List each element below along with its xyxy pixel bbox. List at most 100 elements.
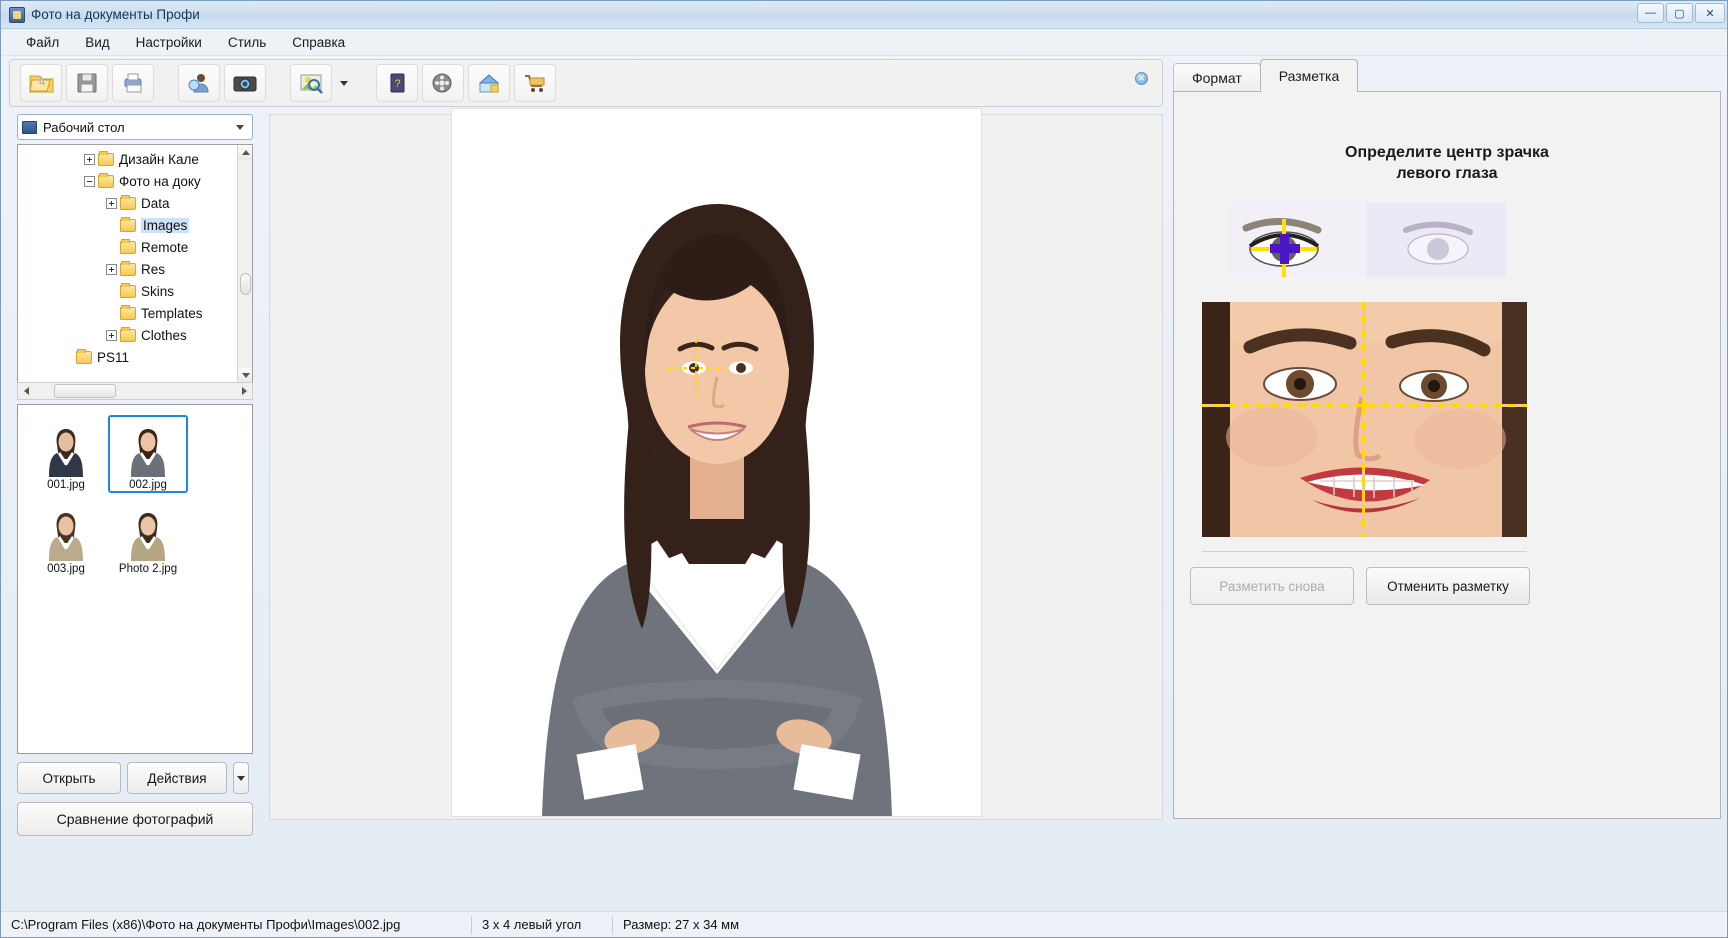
cancel-markup-button[interactable]: Отменить разметку (1366, 567, 1530, 605)
toolbar: ? (9, 59, 1163, 107)
tree-item-label: Templates (141, 306, 203, 321)
thumbnail-image (44, 507, 88, 561)
actions-button[interactable]: Действия (127, 762, 227, 794)
menu-item-file[interactable]: Файл (15, 32, 70, 53)
actions-dropdown-arrow[interactable] (233, 762, 249, 794)
panel-heading: Определите центр зрачка левого глаза (1174, 142, 1720, 184)
collapse-icon[interactable] (84, 176, 95, 187)
tree-item[interactable]: Images (18, 214, 252, 236)
right-panel: Формат Разметка Определите центр зрачка … (1173, 59, 1721, 819)
thumbnail-item[interactable]: Photo 2.jpg (108, 499, 188, 577)
camera-icon[interactable] (224, 64, 266, 102)
compare-photos-button[interactable]: Сравнение фотографий (17, 802, 253, 836)
tree-item-label: Дизайн Кале (119, 152, 199, 167)
home-upload-icon[interactable] (468, 64, 510, 102)
chevron-down-icon[interactable] (236, 125, 244, 130)
minimize-button[interactable]: — (1637, 3, 1664, 23)
tree-item[interactable]: PS11 (18, 346, 252, 368)
window-title: Фото на документы Профи (31, 7, 200, 22)
tree-item-label: Images (141, 218, 189, 233)
folder-tree[interactable]: Дизайн Кале Фото на доку Data Images Remote R… (17, 144, 253, 384)
folder-icon (120, 197, 136, 210)
portrait-illustration (452, 109, 981, 816)
image-zoom-icon[interactable] (290, 64, 332, 102)
person-search-icon[interactable] (178, 64, 220, 102)
status-size: Размер: 27 x 34 мм (613, 912, 749, 938)
menu-item-style[interactable]: Стиль (217, 32, 277, 53)
tree-spacer-icon (106, 286, 117, 297)
crosshair-vertical (695, 339, 697, 397)
eye-guide-illustration (1226, 202, 1506, 277)
h-scroll-thumb[interactable] (54, 384, 116, 398)
tree-item-label: Data (141, 196, 170, 211)
menu-item-view[interactable]: Вид (74, 32, 120, 53)
tree-item-label: Res (141, 262, 165, 277)
status-format: 3 x 4 левый угол (472, 912, 612, 938)
scroll-thumb[interactable] (240, 273, 251, 295)
maximize-button[interactable]: ▢ (1666, 3, 1693, 23)
face-zoom-image (1202, 302, 1527, 537)
tree-item-label: Фото на доку (119, 174, 201, 189)
folder-icon (98, 153, 114, 166)
folder-icon (76, 351, 92, 364)
expand-icon[interactable] (106, 198, 117, 209)
scroll-right-arrow[interactable] (236, 383, 252, 399)
scroll-down-arrow[interactable] (238, 368, 253, 383)
expand-icon[interactable] (106, 330, 117, 341)
scroll-left-arrow[interactable] (18, 383, 34, 399)
folder-select-value: Рабочий стол (43, 120, 236, 135)
tree-item[interactable]: Фото на доку (18, 170, 252, 192)
menu-bar: Файл Вид Настройки Стиль Справка (1, 30, 1728, 56)
main-photo[interactable] (452, 109, 981, 816)
tree-item[interactable]: Дизайн Кале (18, 148, 252, 170)
thumbnail-item[interactable]: 002.jpg (108, 415, 188, 493)
status-bar: C:\Program Files (x86)\Фото на документы… (1, 911, 1728, 937)
tree-item-label: PS11 (97, 350, 129, 365)
folder-icon (120, 307, 136, 320)
thumbnail-label: Photo 2.jpg (119, 563, 177, 575)
desktop-icon (22, 121, 37, 134)
close-icon[interactable]: ✕ (1135, 72, 1148, 85)
thumbnail-image (44, 423, 88, 477)
menu-item-settings[interactable]: Настройки (125, 32, 213, 53)
right-panel-tabs: Формат Разметка (1173, 59, 1357, 92)
thumbnail-item[interactable]: 003.jpg (26, 499, 106, 577)
tree-item-label: Skins (141, 284, 174, 299)
tab-markup[interactable]: Разметка (1260, 59, 1359, 92)
tree-item[interactable]: Data (18, 192, 252, 214)
thumbnail-label: 003.jpg (47, 563, 85, 575)
thumbnail-label: 002.jpg (129, 479, 167, 491)
expand-icon[interactable] (84, 154, 95, 165)
open-button[interactable]: Открыть (17, 762, 121, 794)
thumbnail-item[interactable]: 001.jpg (26, 415, 106, 493)
tree-item[interactable]: Clothes (18, 324, 252, 346)
tree-item[interactable]: Templates (18, 302, 252, 324)
save-icon[interactable] (66, 64, 108, 102)
scroll-up-arrow[interactable] (238, 145, 253, 160)
folder-icon (120, 285, 136, 298)
close-button[interactable]: ✕ (1695, 3, 1725, 23)
folder-select-combo[interactable]: Рабочий стол (17, 114, 253, 140)
help-book-icon[interactable]: ? (376, 64, 418, 102)
tree-item[interactable]: Res (18, 258, 252, 280)
shopping-cart-icon[interactable] (514, 64, 556, 102)
image-zoom-dropdown-arrow[interactable] (336, 64, 352, 102)
thumbnail-panel: 001.jpg 002.jpg 003.jpg Photo 2.jpg (17, 404, 253, 754)
expand-icon[interactable] (106, 264, 117, 275)
thumbnail-image (126, 507, 170, 561)
tree-item[interactable]: Remote (18, 236, 252, 258)
panel-heading-line1: Определите центр зрачка (1174, 142, 1720, 163)
open-folder-icon[interactable] (20, 64, 62, 102)
menu-item-help[interactable]: Справка (281, 32, 356, 53)
tab-format[interactable]: Формат (1173, 63, 1261, 92)
film-reel-icon[interactable] (422, 64, 464, 102)
folder-icon (120, 219, 136, 232)
print-icon[interactable] (112, 64, 154, 102)
photo-viewer[interactable] (269, 114, 1163, 820)
markup-tab-body: Определите центр зрачка левого глаза (1173, 91, 1721, 819)
tree-horizontal-scrollbar[interactable] (17, 382, 253, 400)
tree-vertical-scrollbar[interactable] (237, 145, 252, 383)
eye-guide-image (1226, 202, 1506, 277)
tree-item[interactable]: Skins (18, 280, 252, 302)
remark-again-button[interactable]: Разметить снова (1190, 567, 1354, 605)
